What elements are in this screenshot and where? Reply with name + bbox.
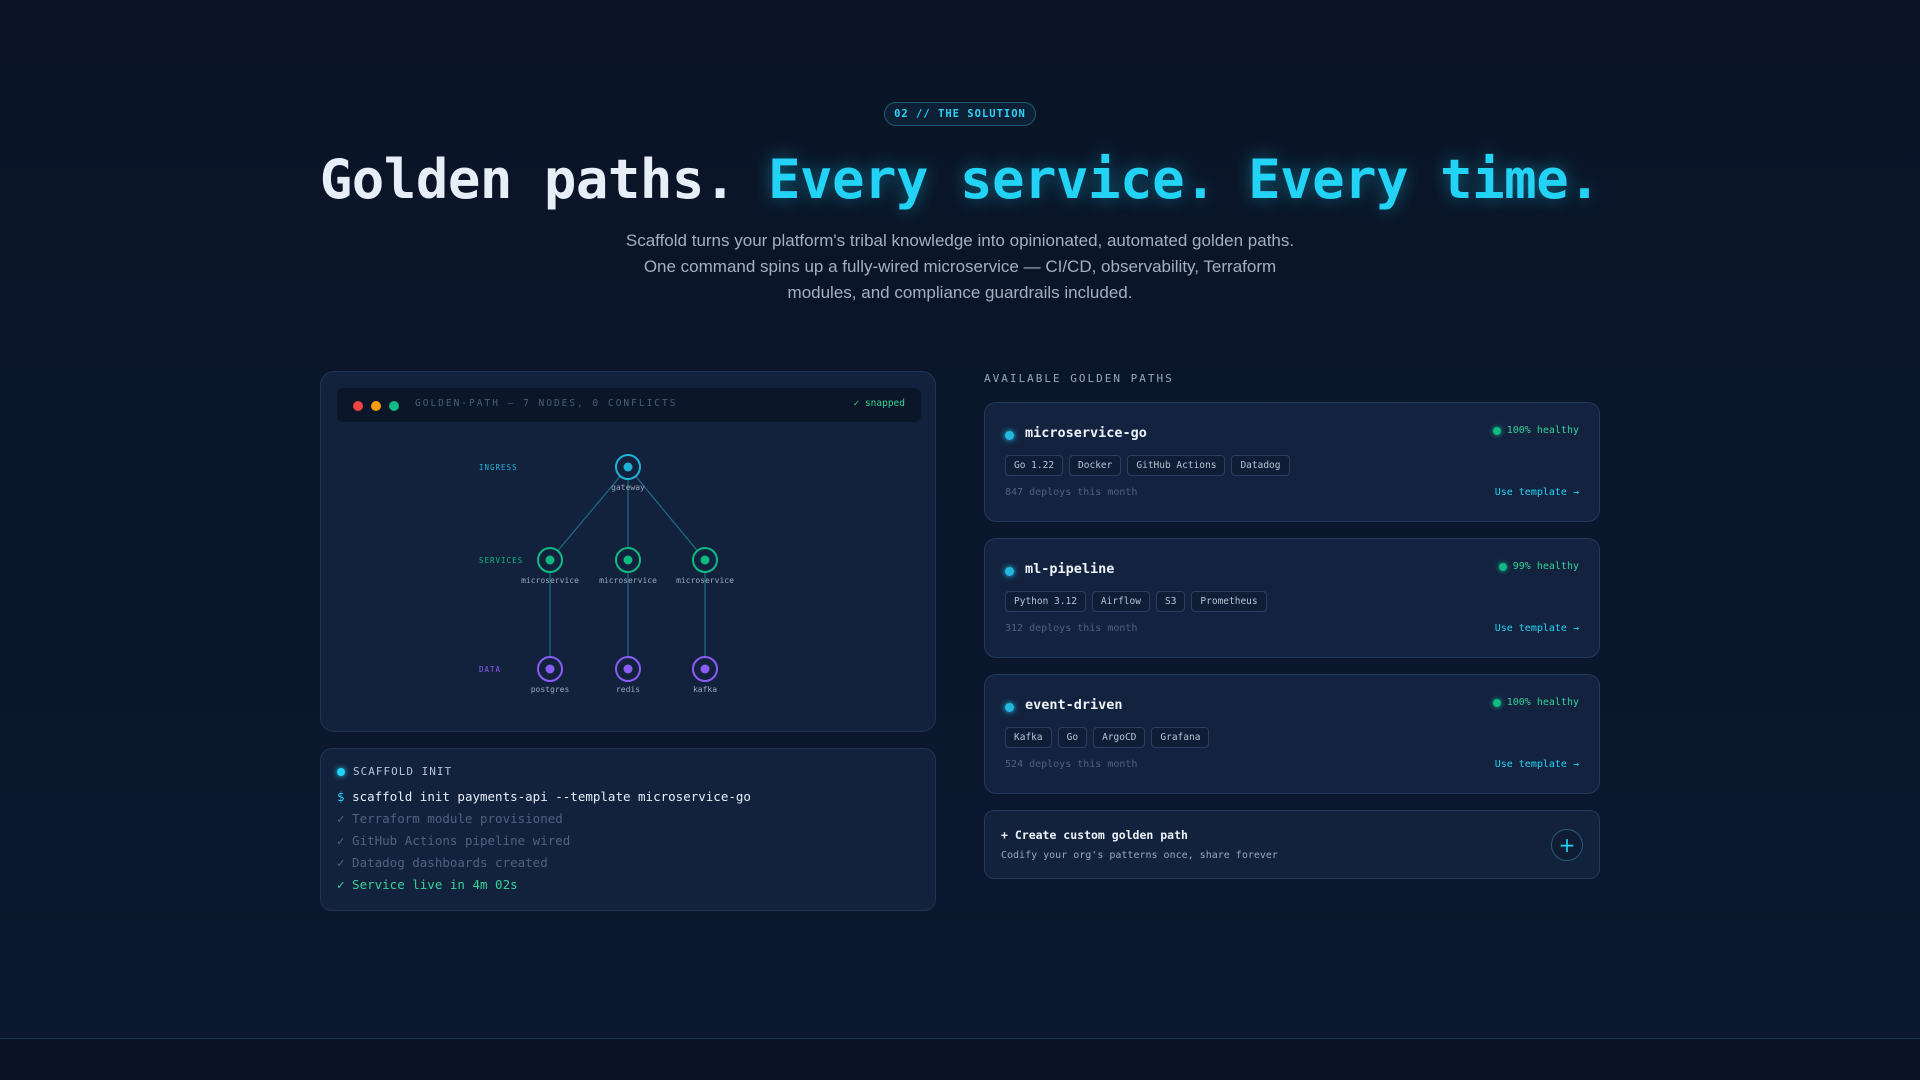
- layer-label: INGRESS: [479, 463, 518, 472]
- graph-node-svc3[interactable]: microservice: [676, 547, 734, 585]
- status-dot: [1005, 703, 1014, 712]
- tag: Prometheus: [1191, 591, 1267, 612]
- custom-path-title: + Create custom golden path: [1001, 828, 1188, 842]
- tag: Go: [1057, 727, 1088, 748]
- health-badge: 100% healthy: [1492, 697, 1579, 708]
- terminal-step: ✓ Datadog dashboards created: [337, 855, 548, 870]
- node-core: [623, 555, 633, 565]
- page-title: Golden paths. Every service. Every time.: [0, 148, 1920, 212]
- health-dot: [1492, 698, 1501, 707]
- node-label: gateway: [611, 483, 645, 492]
- golden-paths-section-label: AVAILABLE GOLDEN PATHS: [984, 372, 1174, 385]
- tag: Grafana: [1151, 727, 1210, 748]
- tag: Python 3.12: [1005, 591, 1086, 612]
- tag-list: Kafka Go ArgoCD Grafana: [1005, 727, 1210, 748]
- custom-path-subtitle: Codify your org's patterns once, share f…: [1001, 850, 1278, 861]
- tag: Kafka: [1005, 727, 1052, 748]
- graph-node-redis[interactable]: redis: [615, 656, 641, 694]
- layer-label: DATA: [479, 665, 501, 674]
- terminal-step: ✓ Terraform module provisioned: [337, 811, 563, 826]
- health-text: 100% healthy: [1506, 697, 1579, 708]
- tag: Datadog: [1231, 455, 1290, 476]
- node-label: redis: [616, 685, 640, 694]
- tag: ArgoCD: [1093, 727, 1146, 748]
- status-dot: [1005, 567, 1014, 576]
- node-label: kafka: [693, 685, 717, 694]
- graph-node-svc2[interactable]: microservice: [599, 547, 657, 585]
- path-card-ml-pipeline[interactable]: ml-pipeline 99% healthy Python 3.12 Airf…: [984, 538, 1600, 658]
- health-text: 99% healthy: [1512, 561, 1579, 572]
- golden-path-graph-panel: GOLDEN-PATH — 7 NODES, 0 CONFLICTS ✓ sna…: [320, 371, 936, 732]
- layer-label: SERVICES: [479, 556, 523, 565]
- path-card-microservice-go[interactable]: microservice-go 100% healthy Go 1.22 Doc…: [984, 402, 1600, 522]
- headline-white: Golden paths.: [319, 148, 737, 211]
- use-template-link[interactable]: Use template →: [1495, 759, 1579, 770]
- node-core: [623, 664, 633, 674]
- status-dot: [1005, 431, 1014, 440]
- graph-edge: [549, 466, 629, 561]
- terminal-command: scaffold init payments-api --template mi…: [352, 789, 751, 804]
- headline-accent: Every service. Every time.: [767, 148, 1601, 211]
- add-path-button[interactable]: +: [1551, 829, 1583, 861]
- node-label: postgres: [531, 685, 570, 694]
- use-template-link[interactable]: Use template →: [1495, 623, 1579, 634]
- tag: Airflow: [1091, 591, 1150, 612]
- terminal-title: SCAFFOLD INIT: [353, 765, 453, 778]
- node-label: microservice: [676, 576, 734, 585]
- path-card-event-driven[interactable]: event-driven 100% healthy Kafka Go ArgoC…: [984, 674, 1600, 794]
- health-badge: 99% healthy: [1498, 561, 1579, 572]
- tag-list: Go 1.22 Docker GitHub Actions Datadog: [1005, 455, 1290, 476]
- deploy-count: 312 deploys this month: [1005, 623, 1138, 634]
- terminal-command-line: $ scaffold init payments-api --template …: [337, 789, 751, 804]
- terminal-status-dot: [337, 767, 345, 776]
- path-name: event-driven: [1025, 697, 1123, 713]
- tag: GitHub Actions: [1127, 455, 1226, 476]
- tag-list: Python 3.12 Airflow S3 Prometheus: [1005, 591, 1267, 612]
- create-custom-path-card[interactable]: + Create custom golden path Codify your …: [984, 810, 1600, 879]
- tag: Go 1.22: [1005, 455, 1064, 476]
- health-dot: [1492, 426, 1501, 435]
- health-badge: 100% healthy: [1492, 425, 1579, 436]
- section-badge: 02 // THE SOLUTION: [884, 102, 1036, 126]
- service-graph: INGRESS SERVICES DATA gateway microservice mi…: [479, 454, 734, 694]
- use-template-link[interactable]: Use template →: [1495, 487, 1579, 498]
- terminal-panel: SCAFFOLD INIT $ scaffold init payments-a…: [320, 748, 936, 911]
- graph-node-kafka[interactable]: kafka: [692, 656, 718, 694]
- hero-subtitle: Scaffold turns your platform's tribal kn…: [625, 231, 1295, 302]
- deploy-count: 847 deploys this month: [1005, 487, 1138, 498]
- health-text: 100% healthy: [1506, 425, 1579, 436]
- footer-band: [0, 1038, 1920, 1080]
- node-core: [545, 555, 555, 565]
- terminal-step-success: ✓ Service live in 4m 02s: [337, 877, 518, 892]
- node-core: [700, 664, 710, 674]
- node-core: [545, 664, 555, 674]
- graph-node-pg[interactable]: postgres: [531, 656, 570, 694]
- deploy-count: 524 deploys this month: [1005, 759, 1138, 770]
- terminal-prompt: $: [337, 789, 345, 804]
- tag: Docker: [1069, 455, 1122, 476]
- graph-node-svc1[interactable]: microservice: [521, 547, 579, 585]
- node-core: [623, 462, 633, 472]
- path-name: ml-pipeline: [1025, 561, 1115, 577]
- node-label: microservice: [599, 576, 657, 585]
- health-dot: [1498, 562, 1507, 571]
- graph-node-gateway[interactable]: gateway: [611, 454, 645, 492]
- node-label: microservice: [521, 576, 579, 585]
- node-core: [700, 555, 710, 565]
- tag: S3: [1155, 591, 1186, 612]
- path-name: microservice-go: [1025, 425, 1147, 441]
- graph-edge: [627, 466, 706, 561]
- terminal-step: ✓ GitHub Actions pipeline wired: [337, 833, 571, 848]
